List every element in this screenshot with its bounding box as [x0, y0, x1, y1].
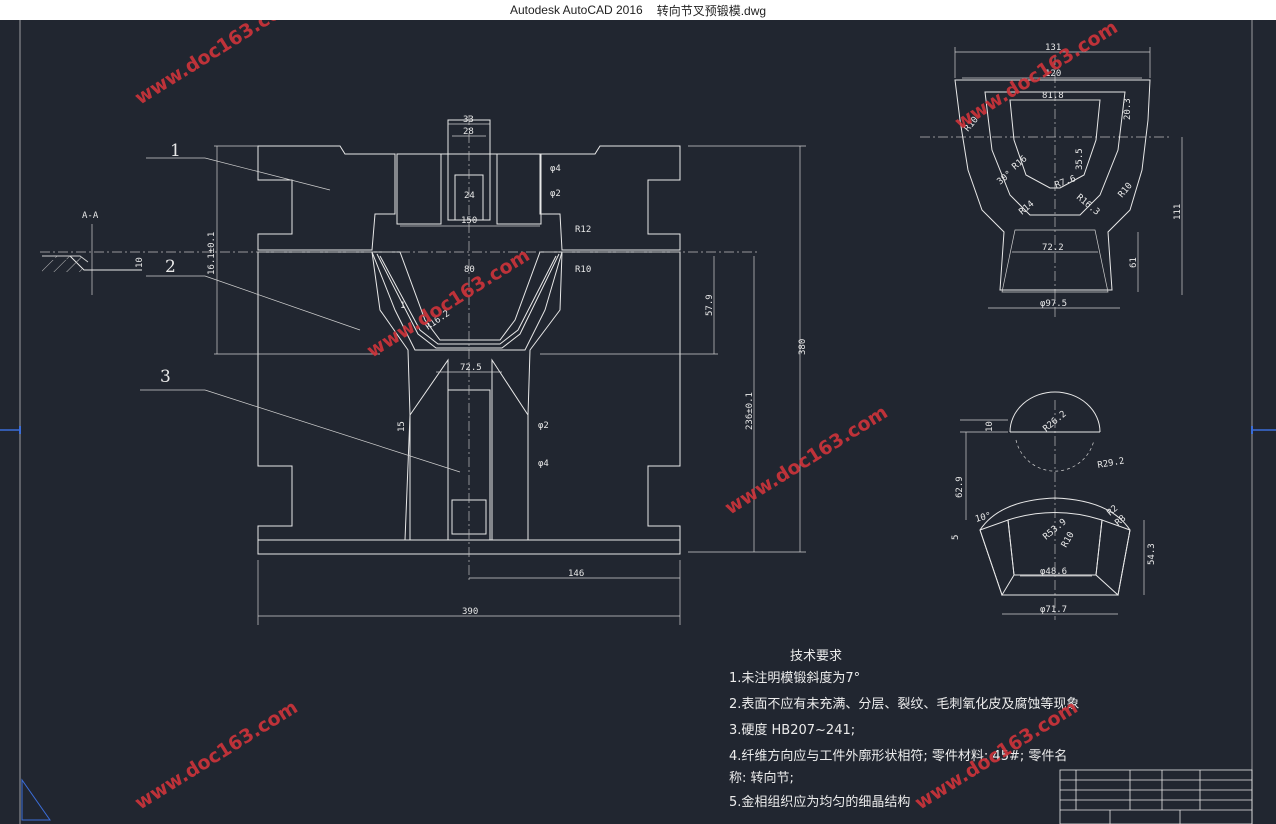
- dim-R7-6: R7.6: [1054, 174, 1078, 191]
- watermark-1: www.doc163.com: [131, 20, 302, 109]
- dim-5: 5: [951, 535, 961, 540]
- part-label-3: 3: [160, 367, 171, 387]
- dim-phi48-6: φ48.6: [1040, 567, 1067, 577]
- dim-54-3: 54.3: [1147, 543, 1157, 565]
- note-3: 3.硬度 HB207~241;: [729, 722, 855, 738]
- note-6: 5.金相组织应为均匀的细晶结构: [729, 794, 910, 810]
- dim-R10: R10: [575, 265, 591, 275]
- notes-title: 技术要求: [790, 649, 842, 664]
- drawing-canvas[interactable]: 390 146 380 236±0.1 57.9 16.1±0.1 33 28 …: [0, 20, 1276, 824]
- dim-146: 146: [568, 569, 584, 579]
- dim-111: 111: [1173, 204, 1183, 220]
- part-labels: 1 2 3: [140, 141, 461, 473]
- section-label: A-A: [82, 211, 99, 221]
- dim-R12: R12: [575, 225, 591, 235]
- section-detail-aa: A-A 10: [42, 211, 145, 295]
- note-2: 2.表面不应有未充满、分层、裂纹、毛刺氧化皮及腐蚀等现象: [729, 696, 1079, 712]
- dim-81-8: 81.8: [1042, 91, 1064, 101]
- title-bar: Autodesk AutoCAD 2016 转向节叉预锻模.dwg: [0, 0, 1276, 20]
- dim-30deg: 30°: [996, 169, 1015, 187]
- dim-phi71-7: φ71.7: [1040, 605, 1067, 615]
- watermark-2: www.doc163.com: [951, 20, 1122, 134]
- app-title: Autodesk AutoCAD 2016: [509, 3, 643, 17]
- dim-16-1: 16.1±0.1: [207, 232, 217, 275]
- dim-R16-3: R16.3: [1074, 193, 1101, 218]
- dim-R8: R8: [1114, 514, 1129, 529]
- dim-33: 33: [463, 115, 474, 125]
- dim-390: 390: [462, 607, 478, 617]
- file-name: 转向节叉预锻模.dwg: [656, 3, 767, 18]
- drawing-frame: [0, 20, 1276, 824]
- dim-phi4-bottom: φ4: [538, 459, 549, 469]
- dim-R29-2: R29.2: [1097, 456, 1125, 471]
- title-block: [1059, 769, 1253, 824]
- dim-28: 28: [463, 127, 474, 137]
- dim-62-9: 62.9: [955, 476, 965, 498]
- part-label-2: 2: [165, 257, 176, 277]
- dim-15: 15: [397, 421, 407, 432]
- dim-24: 24: [464, 191, 475, 201]
- main-dimensions: 390 146 380 236±0.1 57.9 16.1±0.1 33 28 …: [207, 115, 808, 625]
- centerlines: [40, 55, 1170, 620]
- dim-35-5: 35.5: [1075, 148, 1085, 170]
- watermark-5: www.doc163.com: [131, 696, 302, 814]
- dim-72-2: 72.2: [1042, 243, 1064, 253]
- watermarks: www.doc163.com www.doc163.com www.doc163…: [131, 20, 1122, 814]
- dim-R26-2: R26.2: [1042, 409, 1069, 434]
- dim-61: 61: [1129, 257, 1139, 268]
- dim-R10-bottom: R10: [1060, 530, 1077, 549]
- watermark-3: www.doc163.com: [363, 244, 534, 362]
- note-5: 称: 转向节;: [729, 770, 794, 786]
- dim-10deg: 10°: [974, 511, 992, 525]
- dim-72-5: 72.5: [460, 363, 482, 373]
- part-label-1: 1: [170, 141, 181, 161]
- right-top-view[interactable]: 131 120 81.8 20.3 35.5 111 61 72.2 φ97.5…: [954, 43, 1183, 309]
- dim-20-3: 20.3: [1123, 98, 1133, 120]
- note-1: 1.未注明模锻斜度为7°: [729, 670, 860, 686]
- dim-57-9: 57.9: [705, 294, 715, 316]
- dim-80: 80: [464, 265, 475, 275]
- dim-10-bottom: 10: [985, 421, 995, 432]
- dim-97-5: φ97.5: [1040, 299, 1067, 309]
- dim-R16: R16: [1011, 154, 1030, 172]
- dim-1: 1: [400, 301, 405, 311]
- dim-phi2-bottom: φ2: [538, 421, 549, 431]
- dim-phi4-top: φ4: [550, 164, 561, 174]
- dim-150: 150: [461, 216, 477, 226]
- dim-10-section: 10: [135, 257, 145, 268]
- dim-236: 236±0.1: [745, 392, 755, 430]
- right-bottom-view[interactable]: 10 62.9 5 54.3 R26.2 R29.2 R2 R8 R53.9 R…: [951, 391, 1157, 615]
- dim-phi2-top: φ2: [550, 189, 561, 199]
- dim-380: 380: [798, 339, 808, 355]
- dim-R10-right: R10: [1117, 181, 1135, 200]
